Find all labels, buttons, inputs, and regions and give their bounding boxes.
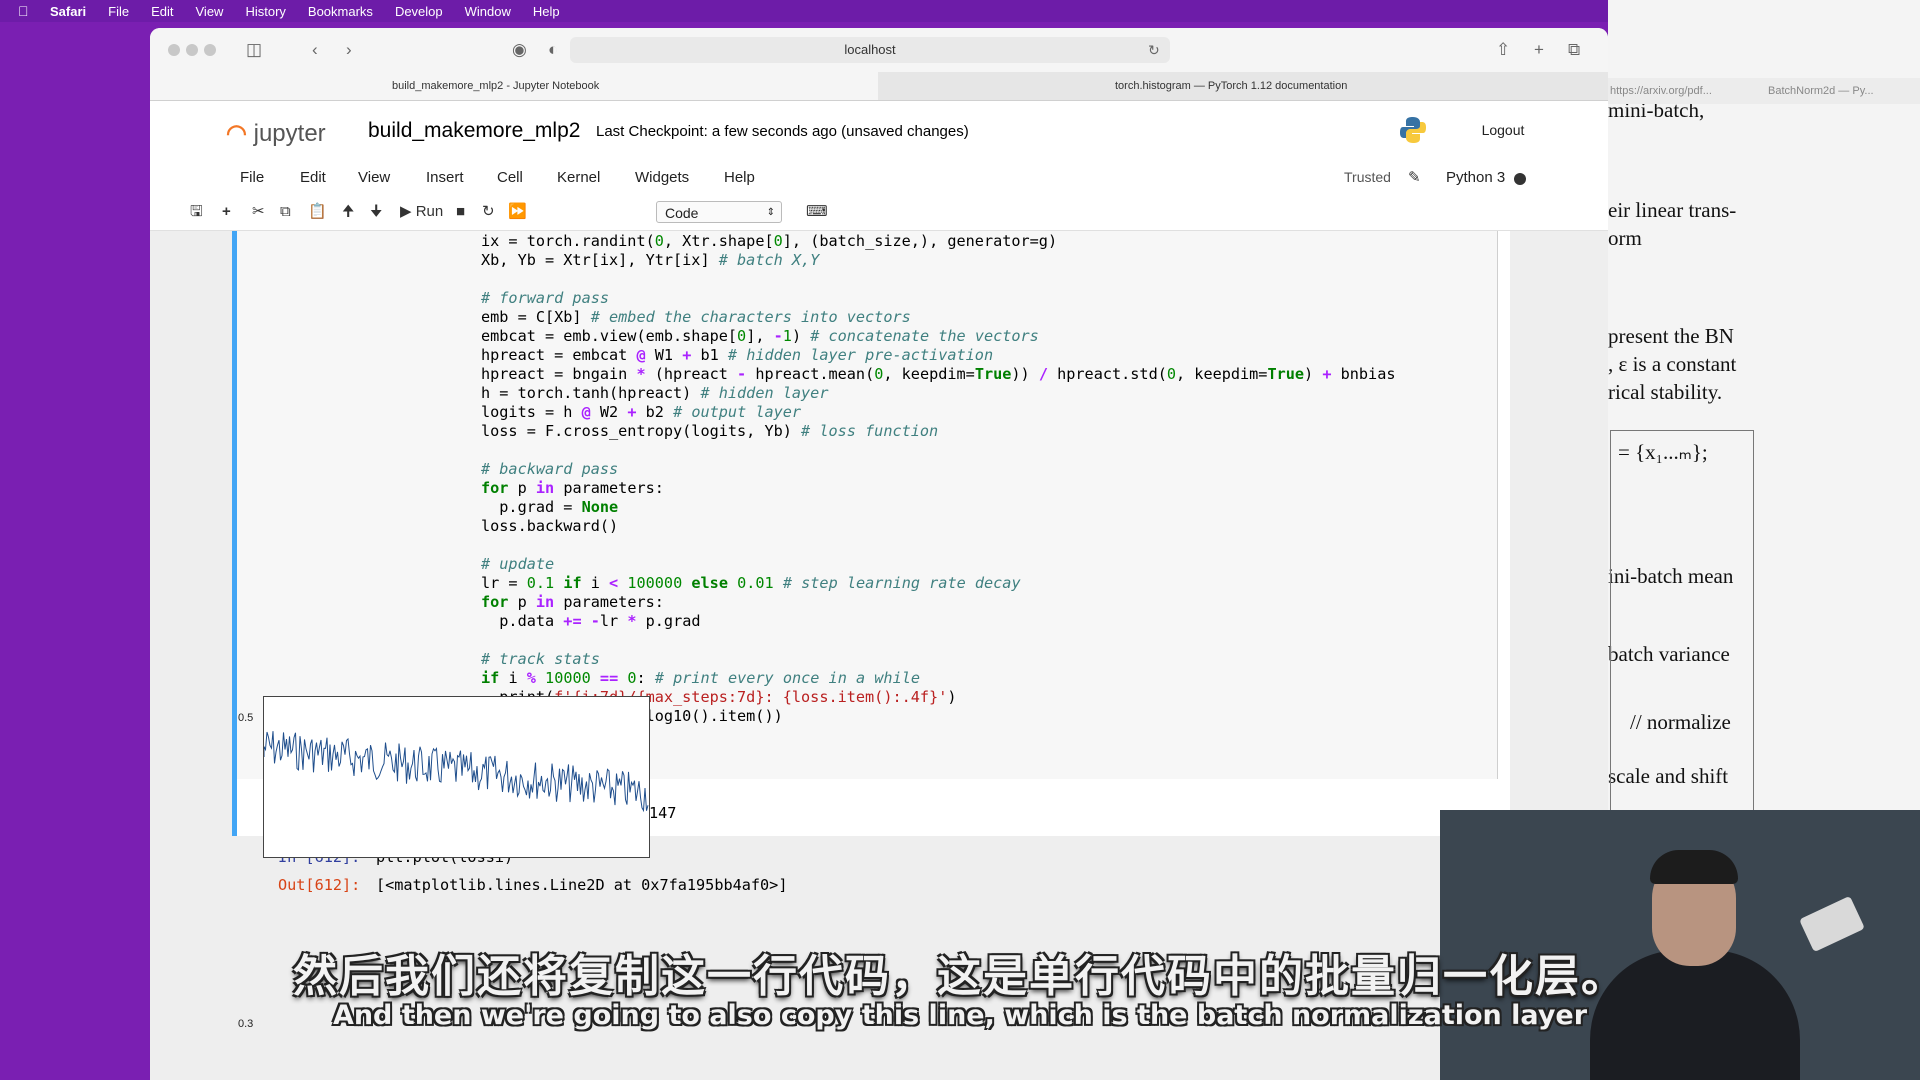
jupyter-logo-mark: ◠ [226,120,247,147]
notebook-title[interactable]: build_makemore_mlp2 [368,119,580,143]
move-down-icon[interactable]: 🠋 [370,202,382,222]
pdf-text: orm [1608,226,1642,250]
menubar-app-name[interactable]: Safari [50,4,86,19]
plot-cell-output: [<matplotlib.lines.Line2D at 0x7fa195bb4… [376,876,788,894]
minimize-window-button[interactable] [186,44,198,56]
tab-overview-icon[interactable]: ⧉ [1568,40,1580,60]
keyboard-icon[interactable]: ⌨ [806,202,828,222]
menubar-item-view[interactable]: View [196,4,224,19]
play-icon: ▶ [400,203,412,220]
menubar-item-help[interactable]: Help [533,4,560,19]
menubar-item-bookmarks[interactable]: Bookmarks [308,4,373,19]
pdf-window-tabs: https://arxiv.org/pdf... BatchNorm2d — P… [1608,78,1920,104]
close-window-button[interactable] [168,44,180,56]
menu-edit[interactable]: Edit [300,169,326,186]
pdf-text: present the BN [1608,324,1734,348]
run-label: Run [415,203,444,220]
presenter-hair [1650,850,1738,884]
pdf-text: eir linear trans- [1608,198,1737,222]
checkpoint-text: Last Checkpoint: a few seconds ago [596,123,837,140]
menubar-item-edit[interactable]: Edit [151,4,173,19]
jupyter-logo[interactable]: ◠ jupyter [226,119,326,148]
code-content[interactable]: ix = torch.randint(0, Xtr.shape[0], (bat… [481,232,1396,764]
tab-torch-histogram[interactable]: torch.histogram — PyTorch 1.12 documenta… [879,72,1608,100]
copy-icon[interactable]: ⧉ [280,202,291,222]
menu-view[interactable]: View [358,169,390,186]
unsaved-changes-text: (unsaved changes) [841,123,969,140]
pdf-text: , ε is a constant [1608,352,1737,376]
menu-file[interactable]: File [240,169,264,186]
back-icon[interactable]: ‹ [312,40,318,60]
move-up-icon[interactable]: 🠉 [342,202,354,222]
cell-type-select[interactable]: Code ⇕ [656,201,782,223]
cut-icon[interactable]: ✂ [252,202,265,222]
apple-icon[interactable]:  [18,4,36,18]
sidebar-icon[interactable]: ◫ [246,40,262,60]
tab-torch-label: torch.histogram — PyTorch 1.12 documenta… [1115,80,1348,92]
save-icon[interactable]: 🖫 [190,202,203,222]
tab-arxiv[interactable]: https://arxiv.org/pdf... [1610,85,1712,97]
loss-plot-noise [264,697,649,857]
share-icon[interactable]: ⇧ [1496,40,1510,60]
output-prompt: Out[612]: [278,876,361,894]
cell-type-value: Code [665,205,699,221]
jupyter-toolbar: 🖫 + ✂ ⧉ 📋 🠉 🠋 ▶ Run ■ ↻ ⏩ Code ⇕ ⌨ [150,196,1608,231]
run-button[interactable]: ▶ Run [400,202,443,222]
chevron-updown-icon: ⇕ [766,207,775,218]
safari-window: ◫ ‹ › ◉ ◐ localhost ↻ ⇧ + ⧉ build_makemo… [150,28,1608,1080]
menubar-item-file[interactable]: File [108,4,129,19]
checkpoint-status: Last Checkpoint: a few seconds ago (unsa… [596,123,969,140]
subtitle-chinese: 然后我们还将复制这一行代码，这是单行代码中的批量归一化层。 [293,951,1627,1002]
privacy-report-icon[interactable]: ◉ [512,40,527,60]
menu-cell[interactable]: Cell [497,169,523,186]
pdf-text: rical stability. [1608,380,1723,404]
new-tab-icon[interactable]: + [1534,40,1544,60]
add-cell-icon[interactable]: + [222,202,231,222]
loss-plot-image [263,696,650,858]
reload-icon[interactable]: ↻ [1148,40,1160,60]
pencil-icon[interactable]: ✎ [1408,168,1421,186]
zoom-window-button[interactable] [204,44,216,56]
tab-jupyter-label: build_makemore_mlp2 - Jupyter Notebook [392,80,600,92]
trusted-indicator[interactable]: Trusted [1344,169,1391,185]
forward-icon[interactable]: › [346,40,352,60]
menu-help[interactable]: Help [724,169,755,186]
kernel-status-icon [1514,173,1526,185]
jupyter-menubar: File Edit View Insert Cell Kernel Widget… [150,159,1608,195]
python-logo-icon [1398,115,1428,145]
plot-ytick: 0.5 [238,712,254,724]
address-bar[interactable]: localhost [570,37,1170,63]
menubar-item-history[interactable]: History [245,4,285,19]
menubar-item-window[interactable]: Window [465,4,511,19]
tab-jupyter-notebook[interactable]: build_makemore_mlp2 - Jupyter Notebook [150,72,878,100]
jupyter-logo-text: jupyter [253,120,326,147]
kernel-name[interactable]: Python 3 [1446,169,1505,186]
subtitle-english: And then we're going to also copy this l… [332,1000,1588,1031]
jupyter-header: ◠ jupyter build_makemore_mlp2 Last Check… [150,101,1608,159]
browser-toolbar: ◫ ‹ › ◉ ◐ localhost ↻ ⇧ + ⧉ [150,28,1608,72]
menubar-item-develop[interactable]: Develop [395,4,443,19]
menu-insert[interactable]: Insert [426,169,464,186]
menu-kernel[interactable]: Kernel [557,169,600,186]
stop-icon[interactable]: ■ [456,202,465,222]
paste-icon[interactable]: 📋 [308,202,327,222]
pdf-algorithm-box [1610,430,1754,812]
logout-button[interactable]: Logout [1468,117,1538,143]
fast-forward-icon[interactable]: ⏩ [508,202,527,222]
browser-tab-bar: build_makemore_mlp2 - Jupyter Notebook t… [150,72,1608,101]
shield-icon[interactable]: ◐ [548,40,558,60]
tab-batchnorm2d[interactable]: BatchNorm2d — Py... [1768,85,1874,97]
menu-widgets[interactable]: Widgets [635,169,689,186]
restart-icon[interactable]: ↻ [482,202,495,222]
